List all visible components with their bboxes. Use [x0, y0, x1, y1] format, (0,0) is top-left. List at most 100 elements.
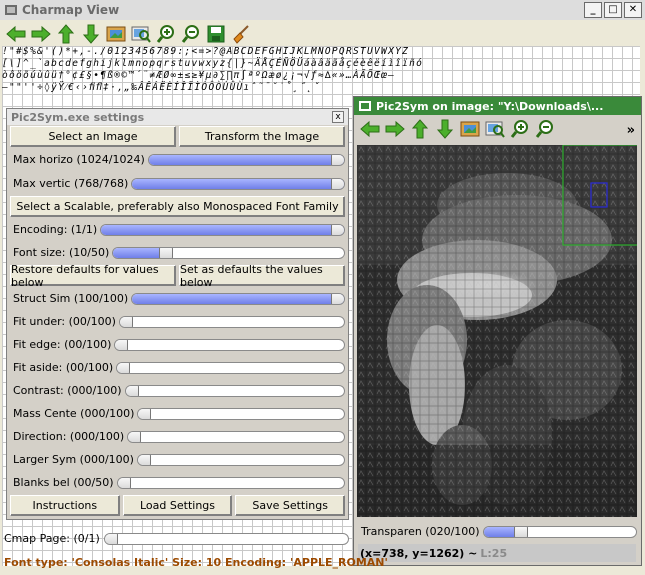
image-icon[interactable]	[460, 119, 480, 139]
arrow-down-icon[interactable]	[81, 24, 101, 44]
fit-edge-slider[interactable]	[114, 338, 345, 351]
maximize-button[interactable]: □	[604, 2, 622, 18]
pic2sym-title: Pic2Sym on image: "Y:\Downloads\...	[376, 99, 604, 113]
max-horizo-slider[interactable]	[147, 153, 345, 166]
pic2sym-window: Pic2Sym on image: "Y:\Downloads\... » Tr…	[353, 96, 642, 566]
struct-sim-slider[interactable]	[131, 292, 345, 305]
blanks-below-slider[interactable]	[116, 476, 345, 489]
max-vertic-slider[interactable]	[131, 177, 345, 190]
contrast-label: Contrast: (000/100)	[13, 384, 122, 397]
symbol-image-view[interactable]	[357, 145, 637, 517]
cmap-page-label: Cmap Page: (0/1)	[4, 532, 100, 545]
arrow-left-icon[interactable]	[6, 24, 26, 44]
fit-aside-slider[interactable]	[116, 361, 345, 374]
larger-sym-row: Larger Sym (000/100)	[10, 449, 345, 470]
slider-handle[interactable]	[115, 339, 129, 350]
blanks-below-label: Blanks bel (00/50)	[13, 476, 114, 489]
arrow-right-icon[interactable]	[31, 24, 51, 44]
settings-actions-row: Instructions Load Settings Save Settings	[10, 495, 346, 516]
cmap-page-row: Cmap Page: (0/1)	[4, 532, 349, 545]
instructions-button[interactable]: Instructions	[10, 495, 120, 516]
select-image-button[interactable]: Select an Image	[10, 126, 176, 147]
select-font-button[interactable]: Select a Scalable, preferably also Monos…	[10, 196, 345, 217]
pixel-level: L:25	[480, 546, 508, 560]
image-zoom-icon[interactable]	[485, 119, 505, 139]
slider-handle[interactable]	[331, 154, 344, 165]
minimize-button[interactable]: _	[584, 2, 602, 18]
settings-titlebar[interactable]: Pic2Sym.exe settings	[7, 109, 348, 125]
mass-center-slider[interactable]	[137, 407, 345, 420]
encoding-row: Encoding: (1/1)	[10, 219, 345, 240]
slider-handle[interactable]	[331, 178, 345, 189]
charmap-titlebar[interactable]: Charmap View	[0, 0, 645, 20]
font-size-slider[interactable]	[112, 246, 345, 259]
font-info-status: Font type: 'Consolas Italic' Size: 10 En…	[4, 556, 388, 569]
transparency-row: Transparen (020/100)	[358, 521, 637, 542]
fit-under-slider[interactable]	[118, 315, 345, 328]
slider-handle[interactable]	[117, 477, 131, 488]
slider-handle[interactable]	[137, 454, 151, 465]
slider-handle[interactable]	[119, 316, 133, 327]
mass-center-row: Mass Cente (000/100)	[10, 403, 345, 424]
arrow-up-icon[interactable]	[56, 24, 76, 44]
pic-status-bar: (x=738, y=1262) ~ L:25	[358, 544, 636, 562]
settings-close-button[interactable]: x	[332, 111, 344, 123]
image-icon[interactable]	[106, 24, 126, 44]
font-size-label: Font size: (10/50)	[13, 246, 110, 259]
struct-sim-row: Struct Sim (100/100)	[10, 288, 345, 309]
arrow-left-icon[interactable]	[360, 119, 380, 139]
direction-slider[interactable]	[127, 430, 345, 443]
charmap-title: Charmap View	[22, 3, 120, 17]
charmap-row[interactable]: òôöõúùûü†°¢£§•¶ß®©™´¨≠ÆØ∞±≤≥¥µ∂∑∏π∫ªºΩæø…	[2, 70, 395, 82]
slider-handle[interactable]	[331, 293, 345, 304]
charmap-row[interactable]: [\]^_`abcdefghijklmnopqrstuvwxyz{|}~ÄÅÇÉ…	[2, 58, 423, 70]
slider-handle[interactable]	[159, 247, 174, 258]
pic2sym-titlebar[interactable]: Pic2Sym on image: "Y:\Downloads\...	[354, 97, 641, 115]
cmap-page-slider[interactable]	[103, 532, 349, 545]
main-toolbar	[6, 24, 256, 44]
zoom-in-icon[interactable]	[510, 119, 530, 139]
save-icon[interactable]	[206, 24, 226, 44]
fit-edge-row: Fit edge: (00/100)	[10, 334, 345, 355]
slider-handle[interactable]	[128, 431, 142, 442]
fit-under-label: Fit under: (00/100)	[13, 315, 116, 328]
close-button[interactable]: ✕	[624, 2, 642, 18]
slider-fill	[113, 247, 165, 258]
save-settings-button[interactable]: Save Settings	[235, 495, 346, 516]
image-zoom-icon[interactable]	[131, 24, 151, 44]
slider-handle[interactable]	[514, 526, 529, 537]
zoom-out-icon[interactable]	[181, 24, 201, 44]
charmap-row[interactable]: —""''÷◊ÿŸ⁄€‹›ﬁﬂ‡·‚„‰ÂÊÁËÈÍÎÏÌÓÔÒÚÛÙıˆ˜¯˘…	[2, 82, 321, 94]
app-icon	[4, 3, 18, 17]
transform-image-button[interactable]: Transform the Image	[179, 126, 345, 147]
direction-label: Direction: (000/100)	[13, 430, 125, 443]
blanks-below-row: Blanks bel (00/50)	[10, 472, 345, 493]
app-icon	[358, 99, 372, 113]
defaults-row: Restore defaults for values below Set as…	[10, 263, 345, 289]
zoom-in-icon[interactable]	[156, 24, 176, 44]
restore-defaults-button[interactable]: Restore defaults for values below	[10, 263, 176, 289]
slider-handle[interactable]	[138, 408, 152, 419]
zoom-out-icon[interactable]	[535, 119, 555, 139]
contrast-slider[interactable]	[124, 384, 345, 397]
larger-sym-label: Larger Sym (000/100)	[13, 453, 134, 466]
mass-center-label: Mass Cente (000/100)	[13, 407, 135, 420]
load-settings-button[interactable]: Load Settings	[122, 495, 233, 516]
select-font-row: Select a Scalable, preferably also Monos…	[10, 196, 345, 217]
max-vertic-label: Max vertic (768/768)	[13, 177, 129, 190]
arrow-up-icon[interactable]	[410, 119, 430, 139]
arrow-right-icon[interactable]	[385, 119, 405, 139]
arrow-down-icon[interactable]	[435, 119, 455, 139]
broom-icon[interactable]	[231, 24, 251, 44]
slider-handle[interactable]	[331, 224, 345, 235]
encoding-slider[interactable]	[100, 223, 345, 236]
slider-handle[interactable]	[125, 385, 139, 396]
charmap-row[interactable]: !"#$%&'()*+,-./0123456789:;<=>?@ABCDEFGH…	[2, 46, 409, 58]
set-defaults-button[interactable]: Set as defaults the values below	[179, 263, 345, 289]
slider-handle[interactable]	[117, 362, 131, 373]
larger-sym-slider[interactable]	[136, 453, 345, 466]
slider-handle[interactable]	[104, 533, 118, 544]
transparency-slider[interactable]	[482, 525, 637, 538]
toolbar-overflow-button[interactable]: »	[627, 123, 635, 138]
fit-edge-label: Fit edge: (00/100)	[13, 338, 112, 351]
